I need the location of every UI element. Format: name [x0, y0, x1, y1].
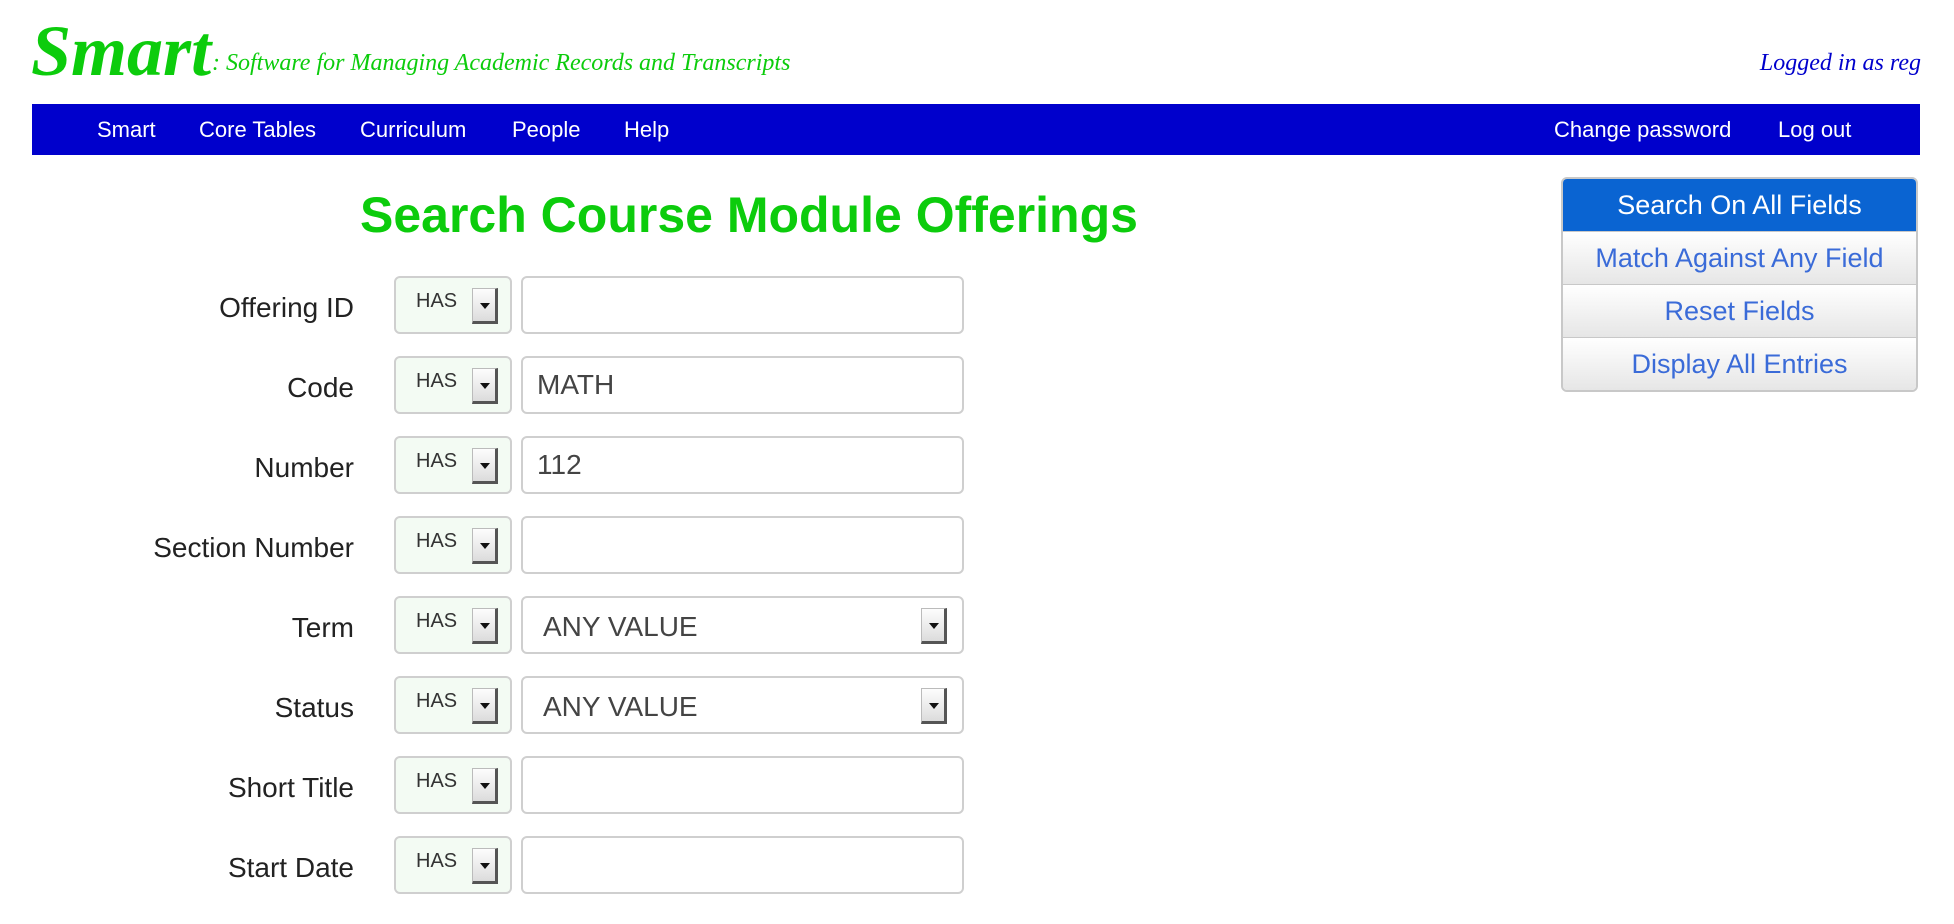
dropdown-arrow-icon	[472, 608, 498, 644]
code-input[interactable]	[521, 356, 964, 414]
form-row-short-title: Short Title HAS	[0, 756, 980, 818]
field-label: Code	[287, 372, 354, 403]
dropdown-arrow-icon	[472, 528, 498, 564]
operator-value: HAS	[416, 530, 458, 552]
dropdown-arrow-icon	[921, 608, 947, 644]
operator-value: HAS	[416, 850, 458, 872]
field-label: Status	[274, 692, 354, 723]
field-label: Number	[254, 452, 354, 483]
search-actions-panel: Search On All Fields Match Against Any F…	[1561, 177, 1918, 392]
form-row-term: Term HAS ANY VALUE	[0, 596, 980, 658]
field-label: Section Number	[153, 532, 354, 563]
section-number-input[interactable]	[521, 516, 964, 574]
app-tagline: : Software for Managing Academic Records…	[212, 50, 791, 76]
main-navbar: Smart Core Tables Curriculum People Help…	[32, 104, 1920, 155]
search-all-fields-button[interactable]: Search On All Fields	[1563, 179, 1916, 231]
operator-value: HAS	[416, 770, 458, 792]
dropdown-arrow-icon	[472, 288, 498, 324]
selected-value: ANY VALUE	[543, 691, 698, 722]
match-any-field-button[interactable]: Match Against Any Field	[1563, 231, 1916, 284]
nav-item-smart[interactable]: Smart	[97, 104, 156, 155]
form-row-offering-id: Offering ID HAS	[0, 276, 980, 338]
dropdown-arrow-icon	[472, 688, 498, 724]
form-row-start-date: Start Date HAS	[0, 836, 980, 898]
dropdown-arrow-icon	[472, 448, 498, 484]
operator-select[interactable]: HAS	[394, 516, 512, 574]
operator-select[interactable]: HAS	[394, 436, 512, 494]
operator-value: HAS	[416, 450, 458, 472]
reset-fields-button[interactable]: Reset Fields	[1563, 284, 1916, 337]
operator-value: HAS	[416, 610, 458, 632]
field-label: Offering ID	[219, 292, 354, 323]
nav-item-curriculum[interactable]: Curriculum	[360, 104, 466, 155]
form-row-code: Code HAS	[0, 356, 980, 418]
term-select[interactable]: ANY VALUE	[521, 596, 964, 654]
nav-item-log-out[interactable]: Log out	[1778, 104, 1851, 155]
operator-select[interactable]: HAS	[394, 276, 512, 334]
nav-item-help[interactable]: Help	[624, 104, 669, 155]
field-label: Short Title	[227, 772, 354, 803]
operator-select[interactable]: HAS	[394, 596, 512, 654]
operator-value: HAS	[416, 290, 458, 312]
operator-select[interactable]: HAS	[394, 356, 512, 414]
nav-item-core-tables[interactable]: Core Tables	[199, 104, 316, 155]
field-label: Start Date	[227, 852, 354, 883]
login-status: Logged in as reg	[1759, 50, 1921, 76]
operator-select[interactable]: HAS	[394, 676, 512, 734]
display-all-entries-button[interactable]: Display All Entries	[1563, 337, 1916, 390]
dropdown-arrow-icon	[472, 848, 498, 884]
field-label: Term	[291, 612, 354, 643]
number-input[interactable]	[521, 436, 964, 494]
operator-value: HAS	[416, 690, 458, 712]
operator-select[interactable]: HAS	[394, 836, 512, 894]
offering-id-input[interactable]	[521, 276, 964, 334]
selected-value: ANY VALUE	[543, 611, 698, 642]
site-header: Smart : Software for Managing Academic R…	[31, 6, 1921, 100]
operator-select[interactable]: HAS	[394, 756, 512, 814]
form-row-status: Status HAS ANY VALUE	[0, 676, 980, 738]
operator-value: HAS	[416, 370, 458, 392]
start-date-input[interactable]	[521, 836, 964, 894]
form-row-section-number: Section Number HAS	[0, 516, 980, 578]
nav-item-change-password[interactable]: Change password	[1554, 104, 1731, 155]
form-row-number: Number HAS	[0, 436, 980, 498]
status-select[interactable]: ANY VALUE	[521, 676, 964, 734]
dropdown-arrow-icon	[472, 368, 498, 404]
dropdown-arrow-icon	[921, 688, 947, 724]
nav-item-people[interactable]: People	[512, 104, 581, 155]
short-title-input[interactable]	[521, 756, 964, 814]
dropdown-arrow-icon	[472, 768, 498, 804]
page-title: Search Course Module Offerings	[360, 187, 1138, 243]
app-logo: Smart	[31, 11, 212, 91]
